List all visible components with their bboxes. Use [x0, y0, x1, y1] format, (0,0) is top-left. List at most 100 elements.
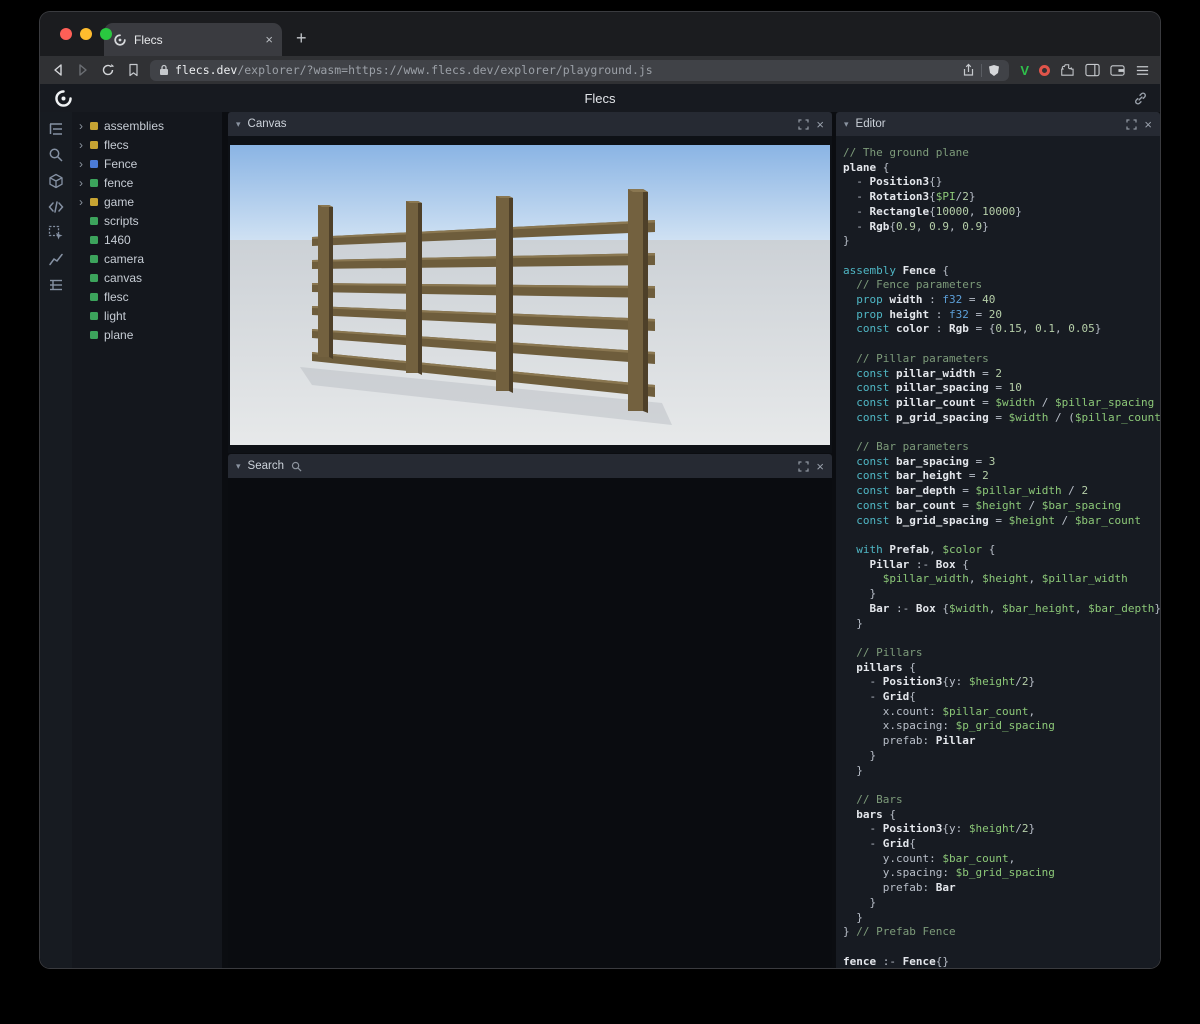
entity-color-square [90, 331, 98, 339]
search-results-area[interactable] [228, 478, 832, 967]
chevron-down-icon[interactable]: ▾ [236, 461, 241, 472]
code-line: const bar_count = $height / $bar_spacing [843, 499, 1160, 514]
code-line: - Rgb{0.9, 0.9, 0.9} [843, 220, 1160, 235]
editor-panel-title: Editor [856, 118, 886, 130]
url-bar[interactable]: flecs.dev/explorer/?wasm=https://www.fle… [150, 60, 1009, 81]
memory-rows-icon[interactable] [48, 277, 64, 293]
sidebar-panel-icon[interactable] [1085, 63, 1100, 77]
flecs-logo-icon[interactable] [54, 89, 73, 108]
center-column: ▾ Canvas × [228, 112, 832, 968]
minimize-window-button[interactable] [80, 28, 92, 40]
cube-icon[interactable] [48, 173, 64, 189]
code-line: Bar :- Box {$width, $bar_height, $bar_de… [843, 602, 1160, 617]
entity-label: camera [104, 252, 144, 266]
adblock-extension-icon[interactable] [1039, 65, 1050, 76]
chevron-down-icon[interactable]: ▾ [236, 119, 241, 130]
window-controls [60, 28, 112, 40]
toolbar-extensions: V [1018, 63, 1150, 78]
forward-icon[interactable] [75, 62, 91, 78]
tree-item-camera[interactable]: camera [72, 249, 222, 268]
code-line [843, 528, 1160, 543]
extensions-puzzle-icon[interactable] [1060, 63, 1075, 78]
tree-view-icon[interactable] [48, 121, 64, 137]
bookmark-icon[interactable] [125, 62, 141, 78]
code-line: - Grid{ [843, 837, 1160, 852]
reload-icon[interactable] [100, 62, 116, 78]
tree-item-canvas[interactable]: canvas [72, 268, 222, 287]
entity-color-square [90, 217, 98, 225]
code-line [843, 425, 1160, 440]
tree-item-light[interactable]: light [72, 306, 222, 325]
expander-icon[interactable]: › [79, 158, 90, 170]
stats-chart-icon[interactable] [48, 251, 64, 267]
inspect-cursor-icon[interactable] [48, 225, 64, 241]
expand-icon[interactable] [1126, 119, 1137, 130]
entity-tree[interactable]: ›assemblies›flecs›Fence›fence›gamescript… [72, 112, 222, 968]
tree-item-assemblies[interactable]: ›assemblies [72, 116, 222, 135]
code-line: } [843, 617, 1160, 632]
close-window-button[interactable] [60, 28, 72, 40]
code-line: $pillar_width, $height, $pillar_width [843, 572, 1160, 587]
webgl-canvas[interactable] [230, 145, 830, 445]
entity-label: Fence [104, 157, 137, 171]
code-line: const bar_height = 2 [843, 469, 1160, 484]
close-icon[interactable]: × [816, 460, 824, 473]
wallet-icon[interactable] [1110, 64, 1125, 77]
expand-icon[interactable] [798, 461, 809, 472]
brave-shield-icon[interactable] [988, 64, 1000, 77]
tab-close-icon[interactable]: × [265, 32, 273, 47]
code-icon[interactable] [48, 199, 64, 215]
entity-color-square [90, 293, 98, 301]
entity-label: light [104, 309, 126, 323]
canvas-panel-body [228, 136, 832, 453]
editor-panel-header[interactable]: ▾ Editor × [836, 112, 1160, 136]
tree-item-game[interactable]: ›game [72, 192, 222, 211]
code-line [843, 940, 1160, 955]
expander-icon[interactable]: › [79, 139, 90, 151]
tree-item-1460[interactable]: 1460 [72, 230, 222, 249]
page-title: Flecs [40, 91, 1160, 106]
menu-icon[interactable] [1135, 64, 1150, 77]
v-extension-icon[interactable]: V [1020, 63, 1029, 78]
code-line: with Prefab, $color { [843, 543, 1160, 558]
tree-item-plane[interactable]: plane [72, 325, 222, 344]
share-icon[interactable] [962, 63, 975, 77]
code-editor[interactable]: // The ground planeplane { - Position3{}… [836, 136, 1160, 968]
code-line [843, 337, 1160, 352]
permalink-icon[interactable] [1133, 91, 1148, 106]
tree-item-flesc[interactable]: flesc [72, 287, 222, 306]
code-line: pillars { [843, 661, 1160, 676]
code-line: // The ground plane [843, 146, 1160, 161]
tree-item-scripts[interactable]: scripts [72, 211, 222, 230]
expander-icon[interactable]: › [79, 196, 90, 208]
url-host: flecs.dev [175, 63, 237, 77]
browser-tab[interactable]: Flecs × [104, 23, 282, 56]
chevron-down-icon[interactable]: ▾ [844, 119, 849, 130]
tree-item-Fence[interactable]: › Fence [72, 154, 222, 173]
back-icon[interactable] [50, 62, 66, 78]
entity-label: flesc [104, 290, 129, 304]
new-tab-button[interactable]: + [296, 28, 307, 49]
close-icon[interactable]: × [816, 118, 824, 131]
expander-icon[interactable]: › [79, 120, 90, 132]
tab-title: Flecs [134, 33, 258, 47]
code-line: - Position3{y: $height/2} [843, 822, 1160, 837]
code-line: - Grid{ [843, 690, 1160, 705]
search-panel-header[interactable]: ▾ Search × [228, 454, 832, 478]
code-line [843, 249, 1160, 264]
entity-label: plane [104, 328, 133, 342]
expander-icon[interactable]: › [79, 177, 90, 189]
search-icon[interactable] [48, 147, 64, 163]
search-glyph-icon [291, 461, 302, 472]
canvas-panel-header[interactable]: ▾ Canvas × [228, 112, 832, 136]
expand-icon[interactable] [798, 119, 809, 130]
close-icon[interactable]: × [1144, 118, 1152, 131]
maximize-window-button[interactable] [100, 28, 112, 40]
code-line [843, 631, 1160, 646]
tree-item-flecs[interactable]: ›flecs [72, 135, 222, 154]
entity-color-square [90, 255, 98, 263]
code-line: x.spacing: $p_grid_spacing [843, 719, 1160, 734]
code-line: // Bar parameters [843, 440, 1160, 455]
search-panel: ▾ Search × [228, 454, 832, 967]
tree-item-fence[interactable]: ›fence [72, 173, 222, 192]
